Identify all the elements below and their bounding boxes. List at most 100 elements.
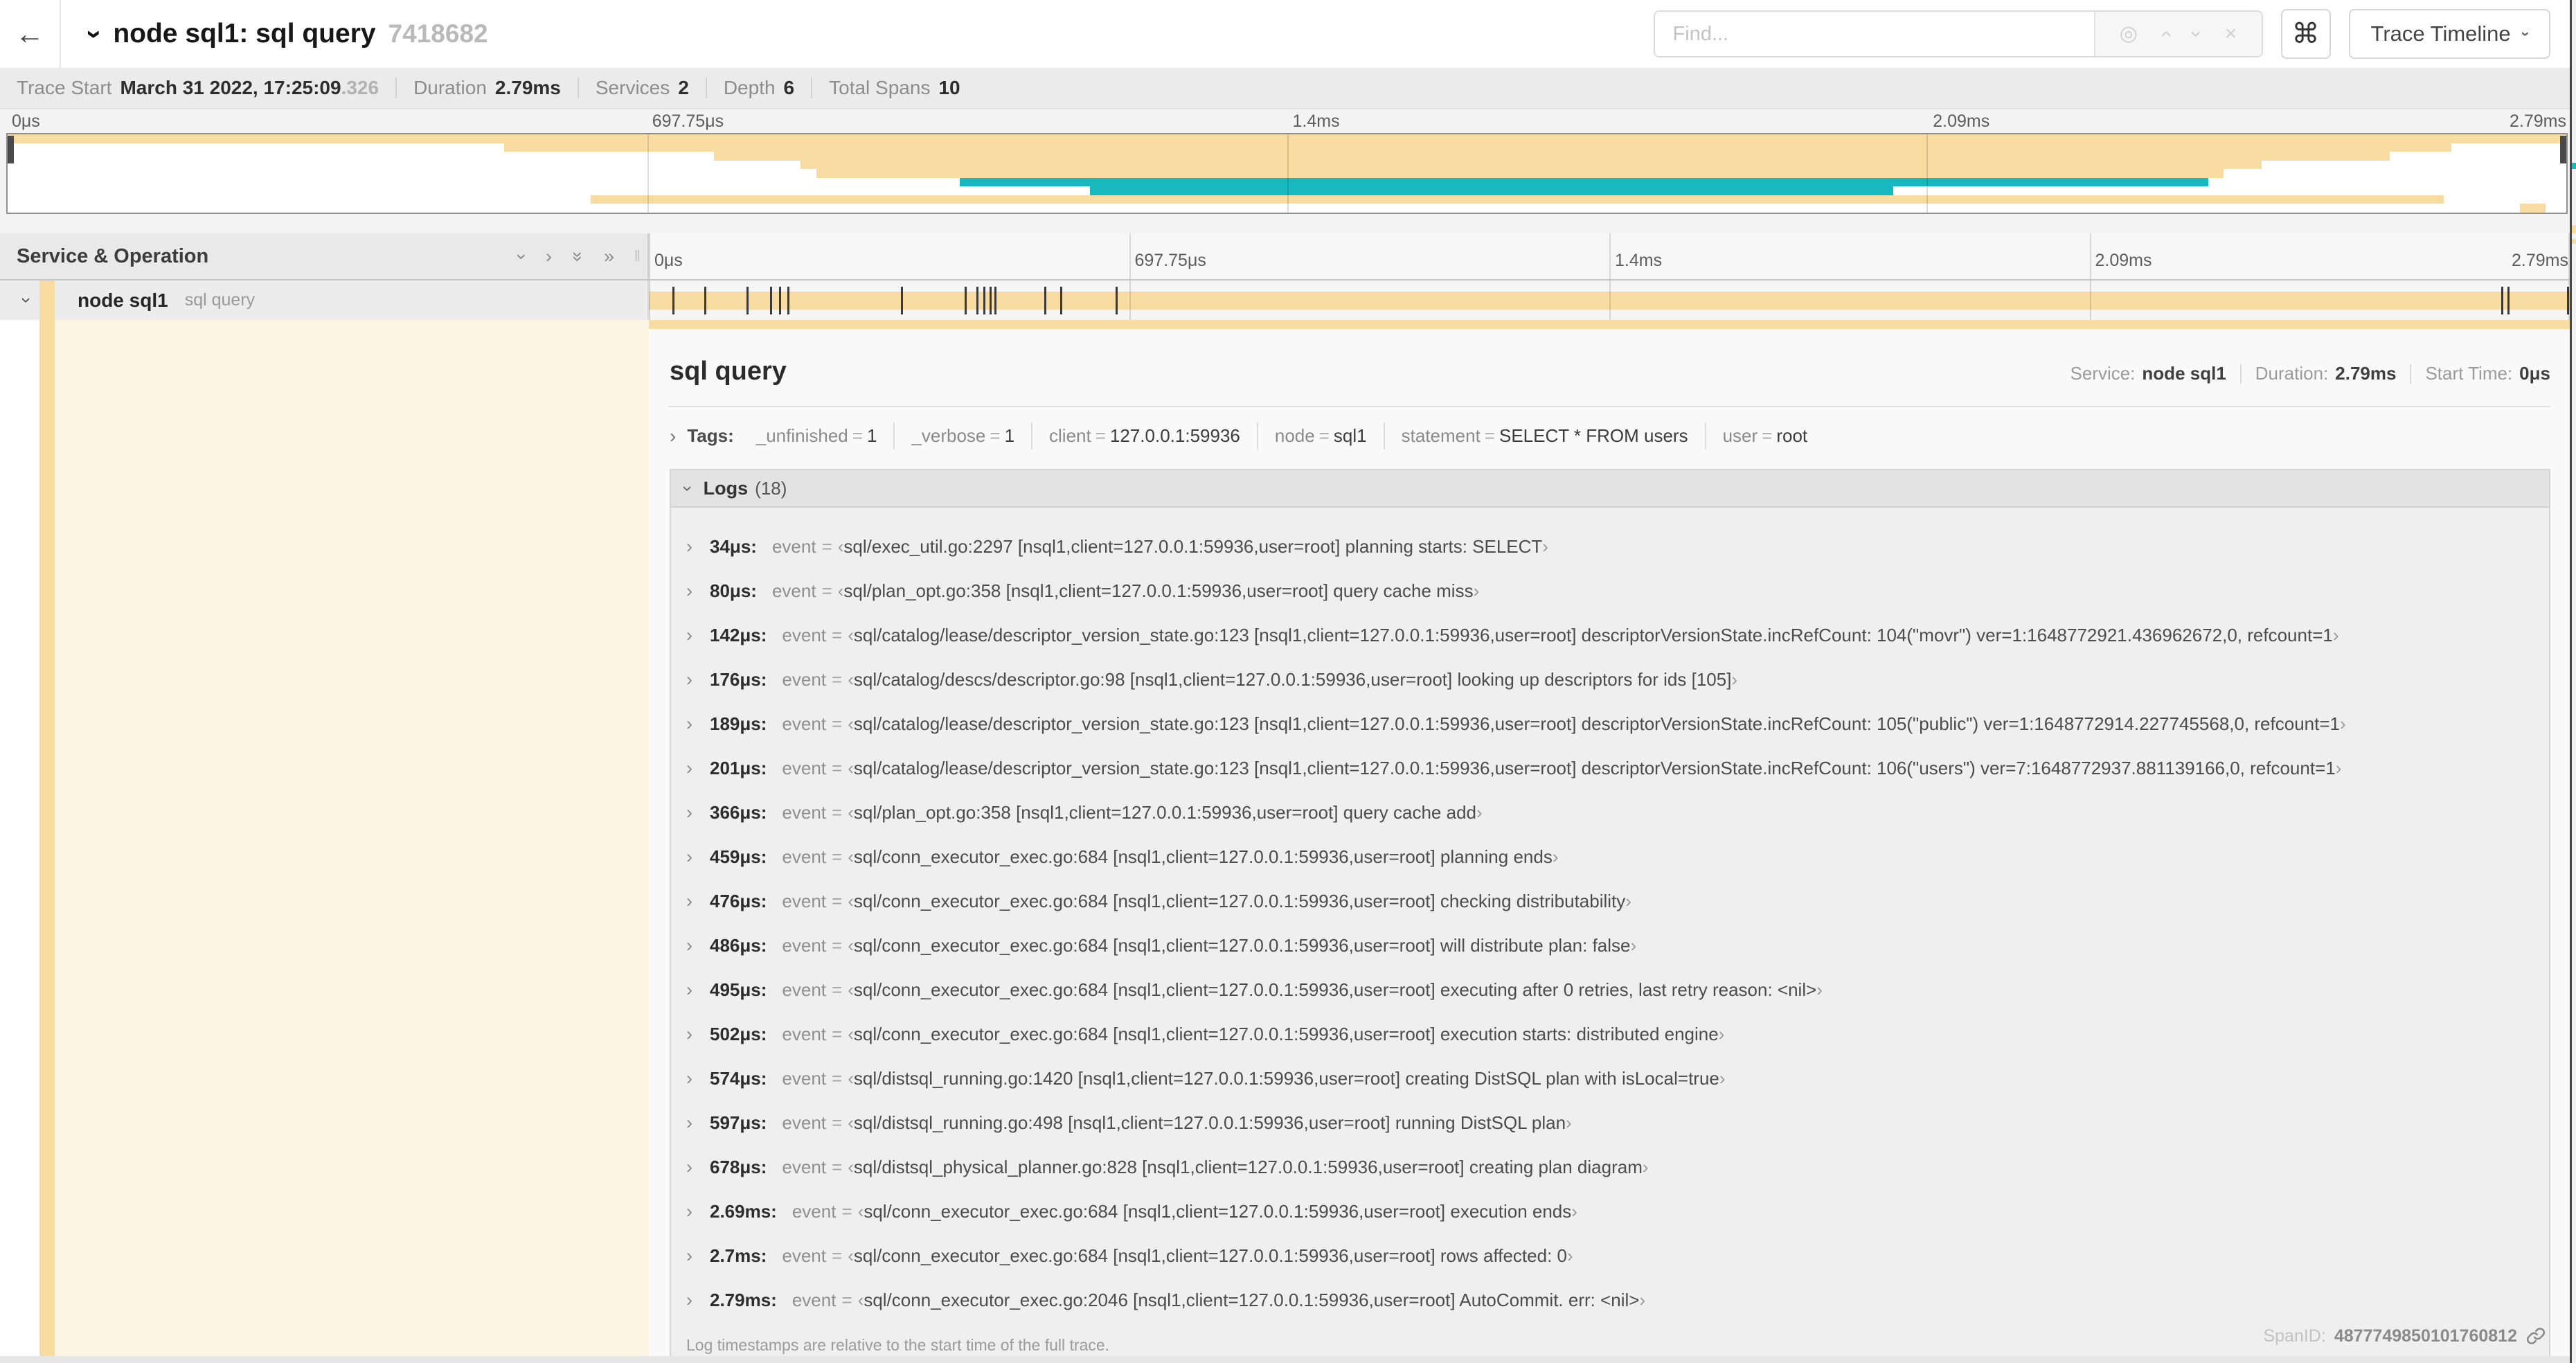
column-resizer-handle[interactable]: ‖: [634, 247, 642, 265]
find-input[interactable]: [1654, 12, 2094, 56]
expand-one-level-button[interactable]: ›: [546, 247, 552, 266]
services-stat: Services 2: [595, 77, 689, 98]
log-row[interactable]: › 486μs: event = ‹ sql/conn_executor_exec.go:…: [671, 923, 2549, 968]
log-expand-chevron-icon[interactable]: ›: [686, 1245, 710, 1267]
ruler-tick-label: 0μs: [654, 251, 683, 270]
log-expand-chevron-icon[interactable]: ›: [686, 1112, 710, 1134]
log-expand-chevron-icon[interactable]: ›: [686, 669, 710, 691]
timeline-ruler: 0μs 697.75μs 1.4ms 2.09ms 2.79ms: [649, 233, 2570, 279]
find-clear-icon[interactable]: ×: [2225, 24, 2237, 44]
log-row[interactable]: › 189μs: event = ‹ sql/catalog/lease/descript…: [671, 702, 2549, 746]
service-operation-title: Service & Operation: [17, 244, 209, 267]
log-row[interactable]: › 495μs: event = ‹ sql/conn_executor_exec.go:…: [671, 968, 2549, 1012]
keyboard-shortcuts-button[interactable]: ⌘: [2280, 9, 2331, 59]
top-bar: ← › node sql1: sql query 7418682 ◎ › › ×…: [0, 0, 2570, 68]
log-expand-chevron-icon[interactable]: ›: [686, 580, 710, 602]
log-expand-chevron-icon[interactable]: ›: [686, 891, 710, 912]
tag-pills: _unfinished = 1 _verbose = 1 client = 127.0.0.1:…: [740, 422, 1824, 449]
find-next-icon[interactable]: ›: [2185, 30, 2208, 37]
service-tint-column: [55, 320, 649, 1356]
log-expand-chevron-icon[interactable]: ›: [686, 802, 710, 823]
logs-title: Logs: [703, 477, 749, 499]
find-previous-icon[interactable]: ›: [2154, 30, 2176, 37]
trace-view-selector-button[interactable]: Trace Timeline ›: [2348, 9, 2550, 59]
collapse-one-level-button[interactable]: ›: [512, 253, 533, 260]
tags-label: Tags:: [687, 425, 734, 446]
find-locate-icon[interactable]: ◎: [2120, 24, 2138, 44]
log-row[interactable]: › 476μs: event = ‹ sql/conn_executor_exec.go:…: [671, 879, 2549, 923]
log-marker-tick: [2507, 287, 2510, 314]
log-marker-tick: [965, 287, 967, 314]
log-row[interactable]: › 34μs: event = ‹ sql/exec_util.go:2297 [nsql…: [671, 524, 2549, 569]
log-expand-chevron-icon[interactable]: ›: [686, 536, 710, 558]
log-expand-chevron-icon[interactable]: ›: [686, 625, 710, 646]
log-row[interactable]: › 2.69ms: event = ‹ sql/conn_executor_exec.go…: [671, 1189, 2549, 1233]
gridline: [2089, 233, 2091, 279]
log-row[interactable]: › 2.7ms: event = ‹ sql/conn_executor_exec.go:…: [671, 1233, 2549, 1278]
ruler-tick-label: 697.75μs: [652, 112, 724, 131]
span-detail-title: sql query: [670, 357, 787, 386]
collapse-all-button[interactable]: »: [568, 251, 589, 261]
span-id-row: SpanID: 4877749850101760812: [2263, 1326, 2546, 1346]
title-collapse-chevron-icon[interactable]: ›: [79, 29, 110, 38]
log-expand-chevron-icon[interactable]: ›: [686, 979, 710, 1001]
log-row[interactable]: › 459μs: event = ‹ sql/conn_executor_exec.go:…: [671, 835, 2549, 879]
span-detail-header: sql query Service: node sql1 Duration: 2.7…: [649, 329, 2570, 406]
log-expand-chevron-icon[interactable]: ›: [686, 1201, 710, 1222]
log-row[interactable]: › 502μs: event = ‹ sql/conn_executor_exec.go:…: [671, 1012, 2549, 1056]
copy-link-icon[interactable]: [2525, 1326, 2546, 1346]
log-row[interactable]: › 2.79ms: event = ‹ sql/conn_executor_exec.go…: [671, 1278, 2549, 1322]
back-button[interactable]: ←: [0, 0, 61, 68]
log-row[interactable]: › 597μs: event = ‹ sql/distsql_running.go:498…: [671, 1101, 2549, 1145]
log-row[interactable]: › 678μs: event = ‹ sql/distsql_physical_plann…: [671, 1145, 2549, 1189]
logs-count: (18): [755, 477, 787, 499]
log-marker-tick: [2501, 287, 2503, 314]
trace-stats-bar: Trace Start March 31 2022, 17:25:09.326 D…: [0, 68, 2570, 109]
divider: [2239, 364, 2242, 384]
log-expand-chevron-icon[interactable]: ›: [686, 1290, 710, 1311]
expand-all-button[interactable]: »: [604, 247, 614, 266]
minimap-canvas[interactable]: [6, 133, 2568, 214]
log-expand-chevron-icon[interactable]: ›: [686, 935, 710, 956]
log-row[interactable]: › 574μs: event = ‹ sql/distsql_running.go:142…: [671, 1056, 2549, 1101]
timeline-column-header: Service & Operation › › » » ‖ 0μs 697.75μ…: [0, 233, 2570, 280]
log-expand-chevron-icon[interactable]: ›: [686, 758, 710, 779]
service-operation-header: Service & Operation › › » » ‖: [0, 233, 649, 279]
log-row[interactable]: › 80μs: event = ‹ sql/plan_opt.go:358 [nsql1,…: [671, 569, 2549, 613]
chevron-down-icon: ›: [2517, 31, 2535, 37]
ruler-tick-label: 2.09ms: [2095, 251, 2152, 270]
log-expand-chevron-icon[interactable]: ›: [686, 713, 710, 735]
log-expand-chevron-icon[interactable]: ›: [686, 1068, 710, 1089]
log-expand-chevron-icon[interactable]: ›: [686, 1157, 710, 1178]
ruler-tick-label: 697.75μs: [1134, 251, 1206, 270]
log-expand-chevron-icon[interactable]: ›: [686, 846, 710, 868]
service-name: node sql1: [78, 289, 168, 311]
operation-name: sql query: [184, 290, 256, 310]
logs-header[interactable]: › Logs (18): [671, 470, 2549, 508]
log-marker-tick: [983, 287, 986, 314]
span-row[interactable]: › node sql1 sql query: [0, 280, 2570, 320]
log-row[interactable]: › 142μs: event = ‹ sql/catalog/lease/descript…: [671, 613, 2549, 657]
minimap-right-scrubber-handle[interactable]: [2560, 136, 2566, 163]
log-row[interactable]: › 176μs: event = ‹ sql/catalog/descs/descript…: [671, 657, 2549, 702]
log-row[interactable]: › 366μs: event = ‹ sql/plan_opt.go:358 [nsql1…: [671, 790, 2549, 835]
service-color-bar: [39, 280, 55, 320]
span-expand-chevron-icon[interactable]: ›: [16, 297, 37, 303]
sliver-teal-fragment: [2572, 163, 2576, 169]
trace-view-selector-label: Trace Timeline: [2370, 21, 2511, 46]
gridline: [649, 233, 650, 279]
tags-row[interactable]: › Tags: _unfinished = 1 _verbose = 1 client = 12…: [649, 407, 2570, 462]
logs-block: › Logs (18) › 34μs: event = ‹ sql/exec_util.g…: [670, 469, 2550, 1363]
log-marker-tick: [672, 287, 674, 314]
log-row[interactable]: › 201μs: event = ‹ sql/catalog/lease/descript…: [671, 746, 2549, 790]
tag-pill: user = root: [1704, 422, 1825, 449]
ruler-tick-label: 0μs: [12, 112, 40, 131]
trace-start-stat: Trace Start March 31 2022, 17:25:09.326: [17, 77, 379, 98]
ruler-tick-label: 1.4ms: [1292, 112, 1340, 131]
ruler-tick-label: 2.79ms: [2510, 112, 2566, 131]
log-expand-chevron-icon[interactable]: ›: [686, 1024, 710, 1045]
log-marker-tick: [1044, 287, 1046, 314]
tags-expand-chevron-icon[interactable]: ›: [670, 425, 676, 447]
span-detail-duration-bar: [649, 320, 2570, 329]
minimap-left-scrubber-handle[interactable]: [8, 136, 14, 163]
